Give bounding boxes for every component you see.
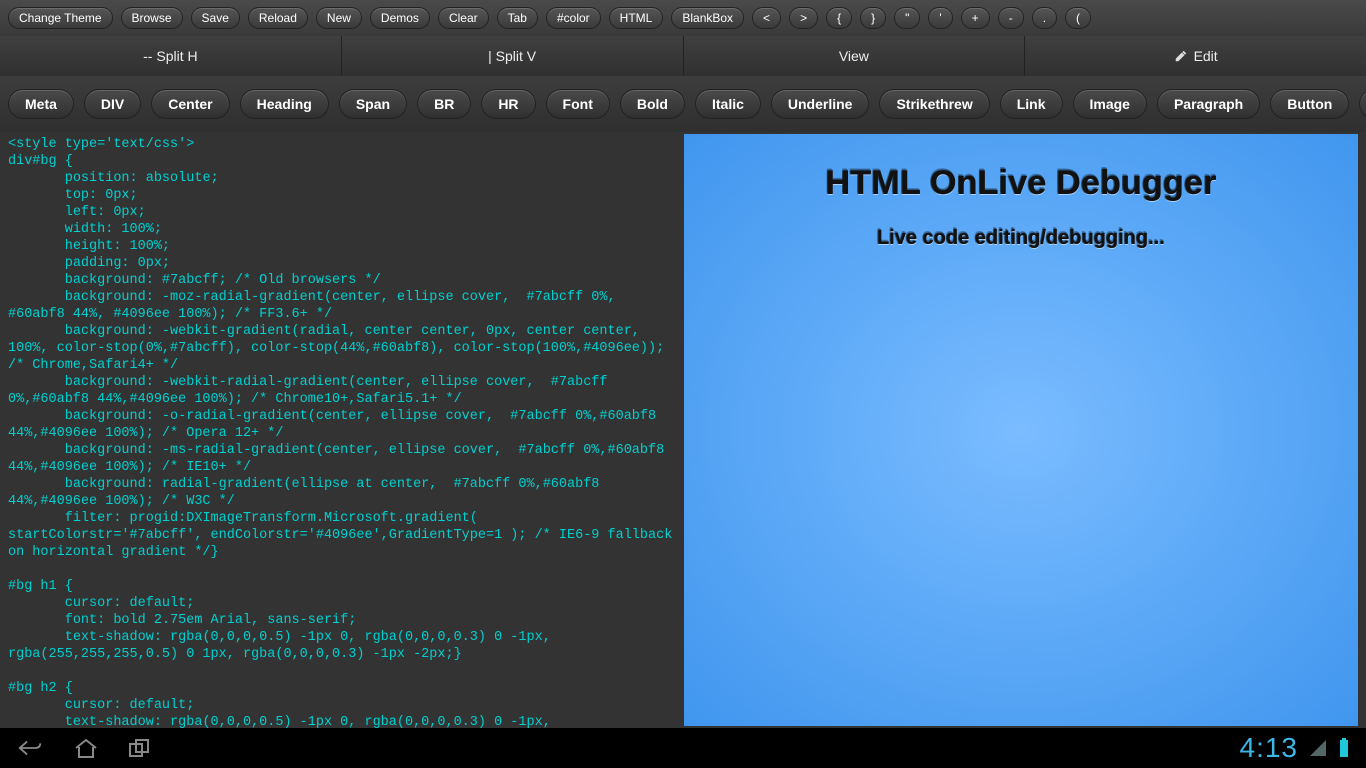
clear-button[interactable]: Clear bbox=[438, 7, 489, 29]
button-tag-button[interactable]: Button bbox=[1270, 89, 1349, 119]
status-area: 4:13 bbox=[1240, 732, 1351, 764]
home-icon[interactable] bbox=[72, 736, 100, 760]
tag-toolbar: Meta DIV Center Heading Span BR HR Font … bbox=[0, 76, 1366, 132]
view-label: View bbox=[839, 48, 869, 64]
center-tag-button[interactable]: Center bbox=[151, 89, 229, 119]
html-button[interactable]: HTML bbox=[609, 7, 664, 29]
double-quote-button[interactable]: " bbox=[894, 7, 920, 29]
split-h-label: -- Split H bbox=[143, 48, 197, 64]
view-tab[interactable]: View bbox=[684, 36, 1026, 76]
change-theme-button[interactable]: Change Theme bbox=[8, 7, 113, 29]
meta-tag-button[interactable]: Meta bbox=[8, 89, 74, 119]
preview-heading-1: HTML OnLive Debugger bbox=[684, 134, 1358, 203]
div-tag-button[interactable]: DIV bbox=[84, 89, 141, 119]
right-brace-button[interactable]: } bbox=[860, 7, 886, 29]
edit-tab[interactable]: Edit bbox=[1025, 36, 1366, 76]
greater-than-button[interactable]: > bbox=[789, 7, 818, 29]
clock: 4:13 bbox=[1240, 732, 1299, 764]
new-button[interactable]: New bbox=[316, 7, 362, 29]
br-tag-button[interactable]: BR bbox=[417, 89, 471, 119]
split-v-tab[interactable]: | Split V bbox=[342, 36, 684, 76]
tab-button[interactable]: Tab bbox=[497, 7, 538, 29]
font-tag-button[interactable]: Font bbox=[546, 89, 610, 119]
recent-apps-icon[interactable] bbox=[128, 736, 156, 760]
list-tag-button[interactable]: List bbox=[1359, 89, 1366, 119]
italic-tag-button[interactable]: Italic bbox=[695, 89, 761, 119]
save-button[interactable]: Save bbox=[191, 7, 240, 29]
underline-tag-button[interactable]: Underline bbox=[771, 89, 870, 119]
bold-tag-button[interactable]: Bold bbox=[620, 89, 685, 119]
nav-buttons bbox=[16, 736, 156, 760]
back-icon[interactable] bbox=[16, 736, 44, 760]
preview-heading-2: Live code editing/debugging... bbox=[684, 203, 1358, 250]
link-tag-button[interactable]: Link bbox=[1000, 89, 1063, 119]
pencil-icon bbox=[1174, 49, 1188, 63]
paragraph-tag-button[interactable]: Paragraph bbox=[1157, 89, 1260, 119]
edit-label: Edit bbox=[1194, 48, 1218, 64]
battery-icon bbox=[1338, 738, 1350, 758]
less-than-button[interactable]: < bbox=[752, 7, 781, 29]
demos-button[interactable]: Demos bbox=[370, 7, 430, 29]
heading-tag-button[interactable]: Heading bbox=[240, 89, 329, 119]
left-paren-button[interactable]: ( bbox=[1065, 7, 1091, 29]
split-h-tab[interactable]: -- Split H bbox=[0, 36, 342, 76]
work-area: <style type='text/css'> div#bg { positio… bbox=[0, 132, 1366, 728]
span-tag-button[interactable]: Span bbox=[339, 89, 407, 119]
strikethrough-tag-button[interactable]: Strikethrew bbox=[879, 89, 989, 119]
code-editor[interactable]: <style type='text/css'> div#bg { positio… bbox=[0, 132, 684, 728]
view-mode-bar: -- Split H | Split V View Edit bbox=[0, 36, 1366, 76]
hr-tag-button[interactable]: HR bbox=[481, 89, 535, 119]
signal-icon bbox=[1308, 738, 1328, 758]
dot-button[interactable]: . bbox=[1032, 7, 1057, 29]
reload-button[interactable]: Reload bbox=[248, 7, 308, 29]
image-tag-button[interactable]: Image bbox=[1073, 89, 1147, 119]
android-nav-bar: 4:13 bbox=[0, 728, 1366, 768]
browse-button[interactable]: Browse bbox=[121, 7, 183, 29]
color-button[interactable]: #color bbox=[546, 7, 601, 29]
single-quote-button[interactable]: ' bbox=[928, 7, 952, 29]
preview-background: HTML OnLive Debugger Live code editing/d… bbox=[684, 134, 1358, 726]
split-v-label: | Split V bbox=[488, 48, 536, 64]
plus-button[interactable]: + bbox=[961, 7, 990, 29]
preview-pane: HTML OnLive Debugger Live code editing/d… bbox=[684, 132, 1366, 728]
minus-button[interactable]: - bbox=[998, 7, 1024, 29]
blankbox-button[interactable]: BlankBox bbox=[671, 7, 744, 29]
left-brace-button[interactable]: { bbox=[826, 7, 852, 29]
top-toolbar: Change Theme Browse Save Reload New Demo… bbox=[0, 0, 1366, 36]
